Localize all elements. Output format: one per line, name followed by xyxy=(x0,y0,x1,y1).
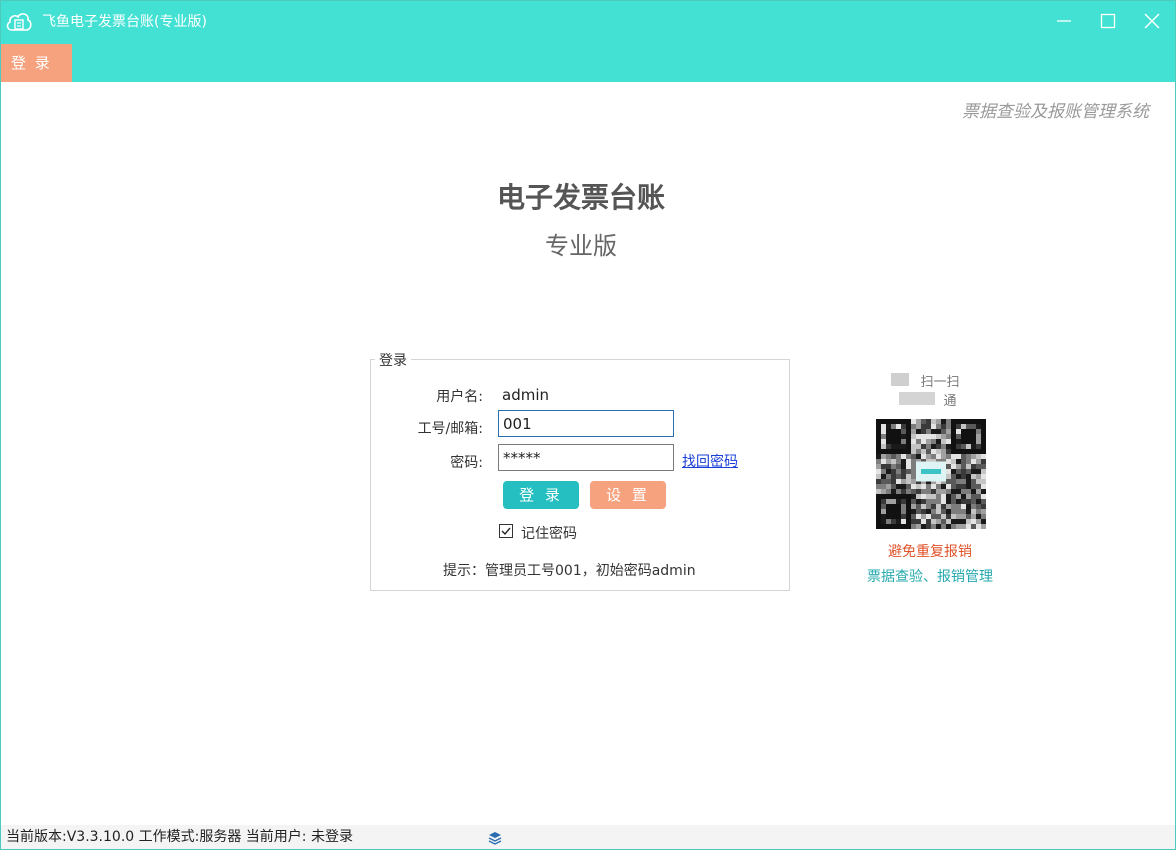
qr-code-image xyxy=(876,419,986,529)
check-icon xyxy=(501,527,511,536)
username-value: admin xyxy=(502,386,549,404)
minimize-icon[interactable] xyxy=(1054,11,1074,31)
status-bar: 当前版本:V3.3.10.0 工作模式:服务器 当前用户: 未登录 xyxy=(1,825,1175,849)
app-window: 飞鱼电子发票台账(专业版) 登 录 票据查验及报账管理系统 电子发票台账 专业版… xyxy=(0,0,1176,850)
qr-slogan-teal: 票据查验、报销管理 xyxy=(867,569,993,585)
settings-button[interactable]: 设 置 xyxy=(590,481,666,509)
login-group-legend: 登录 xyxy=(375,350,411,370)
layers-icon[interactable] xyxy=(488,831,502,845)
forgot-password-link[interactable]: 找回密码 xyxy=(682,451,738,471)
window-title: 飞鱼电子发票台账(专业版) xyxy=(42,14,207,30)
qr-scan-text: 扫一扫 xyxy=(920,375,960,390)
title-bar: 飞鱼电子发票台账(专业版) xyxy=(1,1,1175,41)
remember-password-label: 记住密码 xyxy=(521,526,577,542)
maximize-icon[interactable] xyxy=(1098,11,1118,31)
app-title: 电子发票台账 xyxy=(496,181,665,214)
menu-item-login[interactable]: 登 录 xyxy=(1,44,72,82)
id-email-input[interactable] xyxy=(498,410,674,437)
qr-panel: 扫一扫 通 避免重复报销 票据查验、报销管理 xyxy=(847,371,1013,591)
qr-slogan-red: 避免重复报销 xyxy=(888,544,972,560)
qr-caption: 通 xyxy=(943,394,957,409)
system-slogan: 票据查验及报账管理系统 xyxy=(962,102,1149,122)
password-input[interactable] xyxy=(498,444,674,471)
close-icon[interactable] xyxy=(1142,11,1162,31)
checkbox-box[interactable] xyxy=(499,524,513,538)
username-label: 用户名: xyxy=(436,389,483,405)
status-text: 当前版本:V3.3.10.0 工作模式:服务器 当前用户: 未登录 xyxy=(6,829,353,845)
login-groupbox: 登录 用户名: admin 工号/邮箱: 密码: 找回密码 登 录 设 置 记住… xyxy=(370,350,790,591)
app-edition: 专业版 xyxy=(545,232,617,260)
login-button[interactable]: 登 录 xyxy=(503,481,579,509)
cloud-app-icon xyxy=(6,13,32,31)
id-email-label: 工号/邮箱: xyxy=(417,421,483,437)
password-label: 密码: xyxy=(450,455,483,471)
login-hint: 提示：管理员工号001，初始密码admin xyxy=(443,563,696,579)
menu-bar: 登 录 xyxy=(1,41,1175,82)
